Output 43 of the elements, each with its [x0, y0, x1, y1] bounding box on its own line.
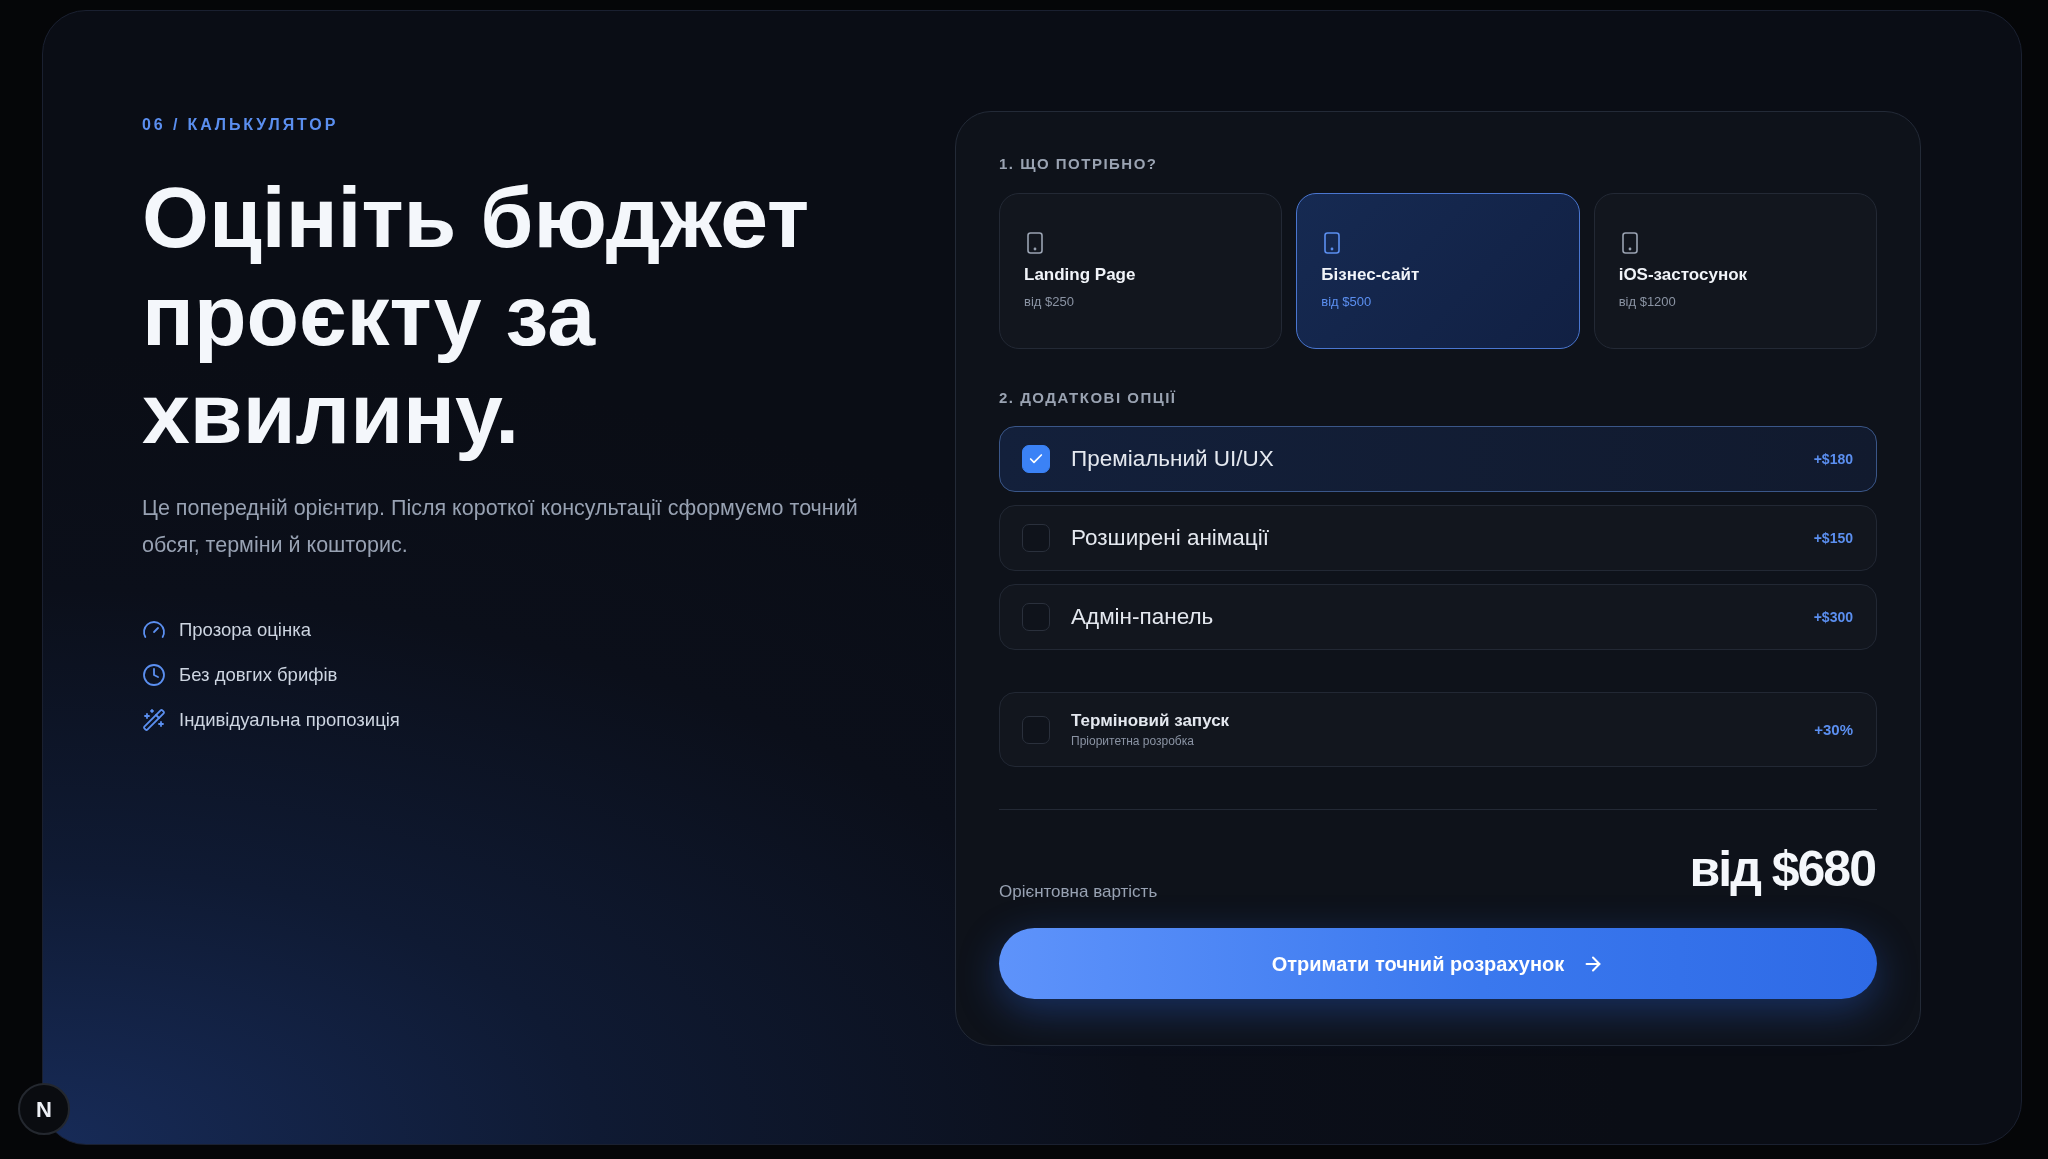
feature-text: Без довгих брифів [179, 663, 338, 687]
submit-button[interactable]: Отримати точний розрахунок [999, 928, 1877, 999]
project-type-card[interactable]: iOS-застосунок від $1200 [1593, 193, 1877, 349]
step-title: 1. ЩО ПОТРІБНО? [999, 155, 1158, 173]
step-title: 2. ДОДАТКОВІ ОПЦІЇ [999, 389, 1177, 407]
clock-icon [142, 663, 166, 687]
type-name: iOS-застосунок [1618, 264, 1748, 286]
option-card[interactable]: Преміальний UI/UX +$180 [999, 426, 1877, 492]
section-label: 06 / КАЛЬКУЛЯТОР [142, 115, 339, 135]
total-label: Орієнтовна вартість [999, 882, 1158, 902]
type-name: Landing Page [1024, 264, 1136, 286]
phone-icon [1324, 232, 1341, 254]
type-name: Бізнес-сайт [1321, 264, 1420, 286]
description: Це попередній орієнтир. Після короткої консультації сформуємо точний обсяг, терміни й кошторис. [142, 495, 859, 559]
type-price: від $250 [1024, 294, 1074, 310]
urgent-title: Терміновий запуск [1071, 710, 1230, 731]
project-type-card[interactable]: Бізнес-сайт від $500 [1296, 193, 1580, 349]
option-card[interactable]: Розширені анімації +$150 [999, 505, 1877, 571]
option-label: Преміальний UI/UX [1071, 445, 1274, 473]
urgent-price: +30% [1814, 720, 1853, 739]
total-price: від $680 [1689, 840, 1876, 898]
type-price: від $500 [1321, 294, 1372, 310]
option-price: +$150 [1813, 529, 1853, 547]
option-price: +$300 [1813, 608, 1853, 626]
option-price: +$180 [1813, 450, 1853, 468]
urgent-option-card[interactable]: Терміновий запуск Пріоритетна розробка +30% [999, 692, 1877, 767]
option-card[interactable]: Адмін-панель +$300 [999, 584, 1877, 650]
feature-text: Індивідуальна пропозиція [179, 708, 400, 732]
checkbox[interactable] [1022, 715, 1050, 744]
checkbox[interactable] [1022, 445, 1050, 473]
heading: Оцініть бюджет проєкту за хвилину. [142, 168, 811, 462]
checkbox[interactable] [1022, 524, 1050, 552]
phone-icon [1621, 232, 1638, 254]
feature-text: Прозора оцінка [179, 618, 311, 642]
type-price: від $1200 [1618, 294, 1676, 310]
checkbox[interactable] [1022, 603, 1050, 631]
option-label: Розширені анімації [1071, 524, 1269, 552]
phone-icon [1027, 232, 1043, 254]
magic-wand-icon [142, 708, 166, 732]
project-type-card[interactable]: Landing Page від $250 [999, 193, 1283, 349]
urgent-subtitle: Пріоритетна розробка [1071, 733, 1195, 749]
dev-badge[interactable]: N [18, 1083, 70, 1135]
option-label: Адмін-панель [1071, 603, 1214, 631]
